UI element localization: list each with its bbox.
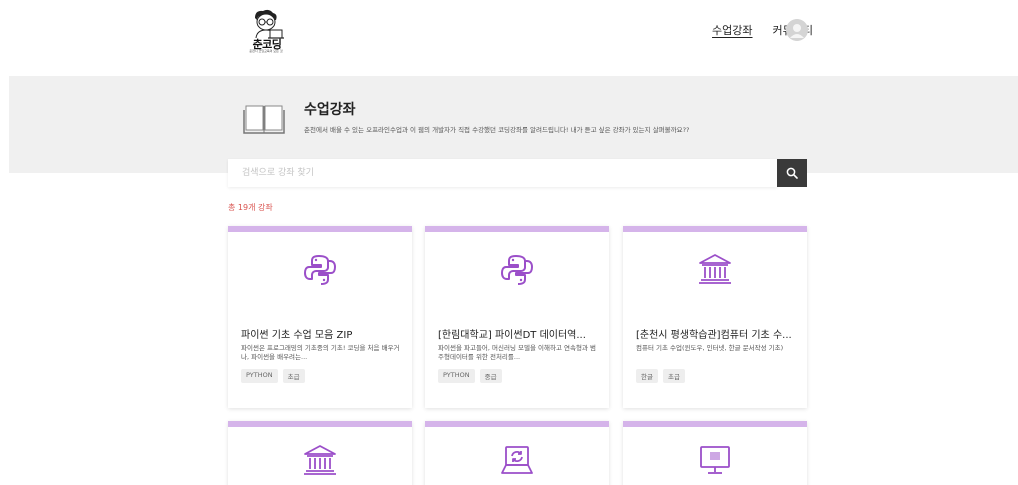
page-description: 춘천에서 배울 수 있는 오프라인수업과 이 웹의 개발자가 직접 수강했던 코… bbox=[304, 126, 690, 134]
card-accent-bar bbox=[623, 226, 807, 232]
monitor-icon bbox=[697, 443, 733, 483]
card-title: [춘천시 평생학습관]컴퓨터 기초 수... bbox=[636, 330, 792, 341]
card-tag[interactable]: 한글 bbox=[636, 369, 658, 383]
card-accent-bar bbox=[425, 421, 609, 427]
card-tags: PYTHON 중급 bbox=[438, 369, 502, 383]
course-count: 총 19개 강좌 bbox=[228, 203, 273, 212]
card-accent-bar bbox=[228, 226, 412, 232]
search-button[interactable] bbox=[777, 159, 807, 187]
python-icon bbox=[499, 252, 535, 292]
card-tags: 한글 초급 bbox=[636, 369, 685, 383]
search-icon bbox=[786, 167, 798, 179]
header: 춘코딩 춘천시 코딩교육의 모든 것 수업강좌커뮤니티 bbox=[0, 0, 1018, 76]
institution-icon bbox=[302, 443, 338, 481]
course-card[interactable]: [춘천시 평생학습관]컴퓨터 기초 수... 컴퓨터 기초 수업(윈도우, 인터넷… bbox=[623, 226, 807, 408]
card-accent-bar bbox=[425, 226, 609, 232]
book-icon bbox=[243, 102, 285, 134]
page: 춘코딩 춘천시 코딩교육의 모든 것 수업강좌커뮤니티 수업강좌 춘천에서 배울… bbox=[0, 0, 1018, 485]
card-accent-bar bbox=[228, 421, 412, 427]
course-card[interactable]: 파이썬 기초 수업 모음 ZIP 파이썬은 프로그래밍의 기초중의 기초! 코딩을… bbox=[228, 226, 412, 408]
page-title: 수업강좌 bbox=[304, 102, 356, 118]
nav-link-0[interactable]: 수업강좌 bbox=[712, 22, 752, 38]
card-tag[interactable]: 중급 bbox=[479, 369, 502, 383]
card-title: [한림대학교] 파이썬DT 데이터역... bbox=[438, 330, 586, 341]
card-tag[interactable]: PYTHON bbox=[241, 369, 278, 383]
card-tag[interactable]: 초급 bbox=[662, 369, 685, 383]
card-title: 파이썬 기초 수업 모음 ZIP bbox=[241, 330, 353, 341]
card-description: 파이썬은 프로그래밍의 기초중의 기초! 코딩을 처음 배우거나, 파이썬을 배… bbox=[241, 344, 400, 361]
laptop-sync-icon bbox=[499, 443, 535, 483]
avatar[interactable] bbox=[786, 19, 808, 41]
institution-icon bbox=[697, 252, 733, 290]
card-description: 컴퓨터 기초 수업(윈도우, 인터넷, 한글 문서작성 기초) bbox=[636, 344, 784, 352]
user-icon bbox=[786, 19, 808, 41]
card-tag[interactable]: 초급 bbox=[282, 369, 305, 383]
course-card[interactable] bbox=[228, 421, 412, 485]
course-card[interactable] bbox=[425, 421, 609, 485]
card-tags: PYTHON 초급 bbox=[241, 369, 305, 383]
logo-subtitle: 춘천시 코딩교육의 모든 것 bbox=[249, 49, 283, 53]
card-description: 파이썬을 파고들어, 머신러닝 모델을 이해하고 연속형과 범주형데이터를 위한… bbox=[438, 344, 596, 361]
search-input[interactable] bbox=[228, 159, 777, 187]
python-icon bbox=[302, 252, 338, 292]
course-card[interactable] bbox=[623, 421, 807, 485]
card-accent-bar bbox=[623, 421, 807, 427]
course-card[interactable]: [한림대학교] 파이썬DT 데이터역... 파이썬을 파고들어, 머신러닝 모델을… bbox=[425, 226, 609, 408]
search-box bbox=[228, 159, 777, 187]
card-tag[interactable]: PYTHON bbox=[438, 369, 475, 383]
